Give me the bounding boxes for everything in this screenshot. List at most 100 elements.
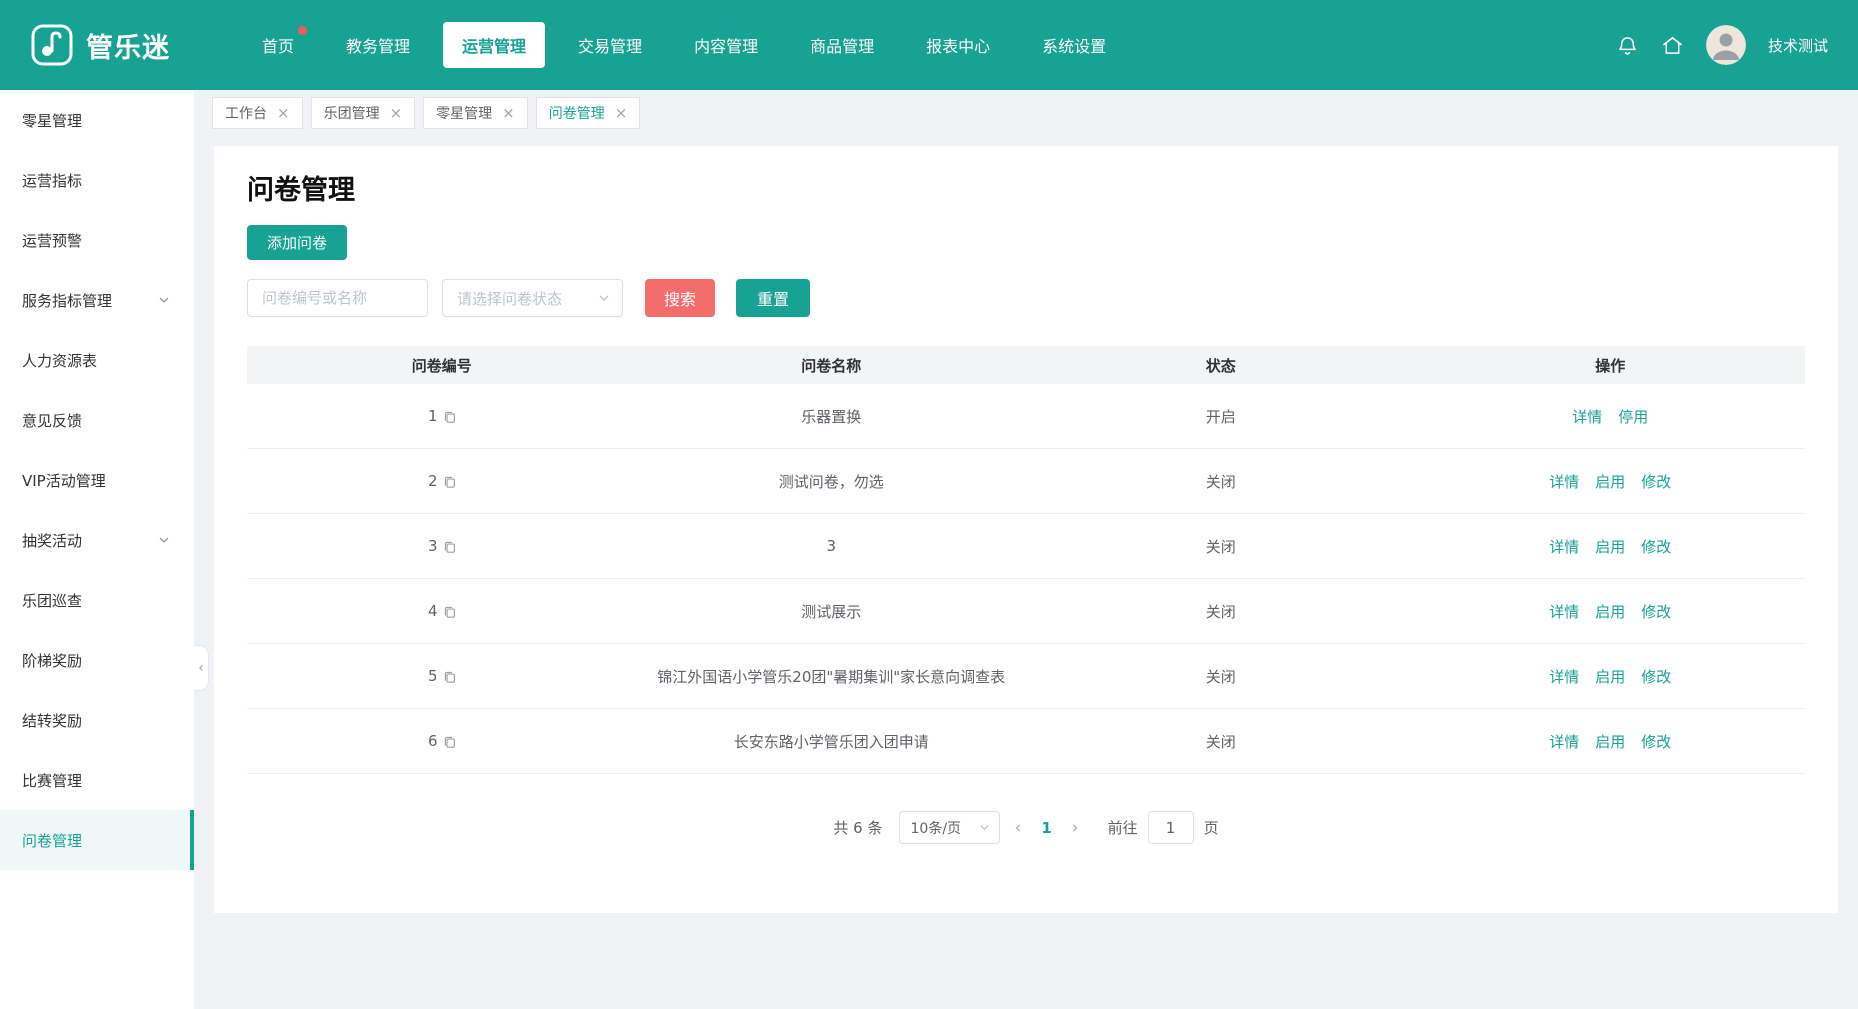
- sidebar-item[interactable]: 人力资源表: [0, 330, 194, 390]
- close-icon[interactable]: ×: [502, 106, 515, 121]
- sidebar-item[interactable]: 运营预警: [0, 210, 194, 270]
- action-link[interactable]: 详情: [1549, 603, 1579, 621]
- table-header-cell: 问卷编号: [247, 355, 637, 376]
- home-icon[interactable]: [1661, 34, 1684, 57]
- prev-page-button[interactable]: ‹: [1006, 818, 1031, 838]
- page-size-select[interactable]: 10条/页: [899, 811, 1000, 844]
- action-link[interactable]: 详情: [1549, 473, 1579, 491]
- chevron-down-icon: [979, 822, 990, 833]
- tab[interactable]: 零星管理×: [423, 97, 528, 129]
- nav-item[interactable]: 教务管理: [327, 22, 429, 68]
- action-link[interactable]: 修改: [1641, 733, 1671, 751]
- nav-item[interactable]: 系统设置: [1023, 22, 1125, 68]
- sidebar-item-label: 比赛管理: [22, 770, 82, 791]
- sidebar-item[interactable]: 服务指标管理: [0, 270, 194, 330]
- bell-icon[interactable]: [1616, 34, 1639, 57]
- sidebar-item[interactable]: 阶梯奖励: [0, 630, 194, 690]
- copy-icon[interactable]: [443, 540, 456, 553]
- username[interactable]: 技术测试: [1768, 35, 1828, 56]
- nav-item[interactable]: 内容管理: [675, 22, 777, 68]
- status-cell: 关闭: [1026, 536, 1416, 557]
- status-cell: 开启: [1026, 406, 1416, 427]
- tab-label: 工作台: [225, 103, 267, 123]
- sidebar-item[interactable]: 运营指标: [0, 150, 194, 210]
- questionnaire-search-input[interactable]: [247, 279, 428, 317]
- action-link[interactable]: 启用: [1595, 473, 1625, 491]
- tab-label: 乐团管理: [324, 103, 380, 123]
- nav-item-label: 教务管理: [346, 37, 410, 56]
- page-title: 问卷管理: [247, 174, 1805, 208]
- questionnaire-id: 4: [428, 602, 438, 620]
- search-button[interactable]: 搜索: [645, 279, 715, 317]
- status-cell: 关闭: [1026, 666, 1416, 687]
- nav-item-label: 运营管理: [462, 37, 526, 56]
- close-icon[interactable]: ×: [277, 106, 290, 121]
- action-link[interactable]: 停用: [1618, 408, 1648, 426]
- sidebar-item-label: 乐团巡查: [22, 590, 82, 611]
- nav-item[interactable]: 商品管理: [791, 22, 893, 68]
- action-link[interactable]: 修改: [1641, 668, 1671, 686]
- goto-page-input[interactable]: [1148, 811, 1194, 844]
- logo[interactable]: 管乐迷: [30, 23, 170, 67]
- action-link[interactable]: 修改: [1641, 603, 1671, 621]
- tab[interactable]: 问卷管理×: [536, 97, 641, 129]
- copy-icon[interactable]: [443, 605, 456, 618]
- nav-item-label: 商品管理: [810, 37, 874, 56]
- action-link[interactable]: 启用: [1595, 733, 1625, 751]
- nav-item[interactable]: 首页: [243, 22, 313, 68]
- close-icon[interactable]: ×: [390, 106, 403, 121]
- questionnaire-name-cell: 锦江外国语小学管乐20团"暑期集训"家长意向调查表: [637, 666, 1027, 687]
- nav-item[interactable]: 交易管理: [559, 22, 661, 68]
- sidebar: 零星管理运营指标运营预警服务指标管理人力资源表意见反馈VIP活动管理抽奖活动乐团…: [0, 90, 194, 1009]
- tab[interactable]: 工作台 ×: [212, 97, 303, 129]
- table-header-cell: 状态: [1026, 355, 1416, 376]
- add-questionnaire-button[interactable]: 添加问卷: [247, 225, 347, 260]
- nav-item[interactable]: 报表中心: [907, 22, 1009, 68]
- copy-icon[interactable]: [443, 670, 456, 683]
- action-link[interactable]: 启用: [1595, 538, 1625, 556]
- action-link[interactable]: 详情: [1549, 668, 1579, 686]
- next-page-button[interactable]: ›: [1063, 818, 1088, 838]
- goto-label: 前往: [1108, 817, 1138, 838]
- actions-cell: 详情启用修改: [1416, 536, 1806, 557]
- action-link[interactable]: 修改: [1641, 538, 1671, 556]
- sidebar-item-label: 结转奖励: [22, 710, 82, 731]
- sidebar-item[interactable]: 问卷管理: [0, 810, 194, 870]
- sidebar-item[interactable]: 结转奖励: [0, 690, 194, 750]
- avatar[interactable]: [1706, 25, 1746, 65]
- questionnaire-id-cell: 4: [247, 602, 637, 620]
- action-link[interactable]: 启用: [1595, 603, 1625, 621]
- status-select[interactable]: 请选择问卷状态: [442, 279, 623, 317]
- questionnaire-id-cell: 2: [247, 472, 637, 490]
- sidebar-item-label: 运营预警: [22, 230, 82, 251]
- table-header-row: 问卷编号问卷名称状态操作: [247, 346, 1805, 384]
- sidebar-item[interactable]: 抽奖活动: [0, 510, 194, 570]
- action-link[interactable]: 详情: [1549, 538, 1579, 556]
- sidebar-item[interactable]: 乐团巡查: [0, 570, 194, 630]
- copy-icon[interactable]: [443, 475, 456, 488]
- status-cell: 关闭: [1026, 731, 1416, 752]
- tab[interactable]: 乐团管理 ×: [311, 97, 416, 129]
- page-size-value: 10条/页: [911, 818, 962, 838]
- table-header-cell: 问卷名称: [637, 355, 1027, 376]
- close-icon[interactable]: ×: [615, 106, 628, 121]
- questionnaire-table: 问卷编号问卷名称状态操作 1乐器置换开启详情停用2测试问卷，勿选关闭详情启用修改…: [247, 346, 1805, 774]
- action-link[interactable]: 详情: [1572, 408, 1602, 426]
- sidebar-item[interactable]: 比赛管理: [0, 750, 194, 810]
- action-link[interactable]: 修改: [1641, 473, 1671, 491]
- sidebar-collapse-handle[interactable]: ‹: [194, 645, 209, 691]
- copy-icon[interactable]: [443, 735, 456, 748]
- nav-item[interactable]: 运营管理: [443, 22, 545, 68]
- sidebar-item[interactable]: VIP活动管理: [0, 450, 194, 510]
- action-link[interactable]: 启用: [1595, 668, 1625, 686]
- sidebar-item[interactable]: 意见反馈: [0, 390, 194, 450]
- copy-icon[interactable]: [443, 410, 456, 423]
- pagination: 共 6 条 10条/页 ‹ 1 › 前往 页: [247, 811, 1805, 844]
- page-number-current[interactable]: 1: [1036, 819, 1056, 837]
- app-root: 管乐迷 首页教务管理运营管理交易管理内容管理商品管理报表中心系统设置 技术测试 …: [0, 0, 1858, 1009]
- actions-cell: 详情启用修改: [1416, 601, 1806, 622]
- sidebar-item[interactable]: 零星管理: [0, 90, 194, 150]
- reset-button[interactable]: 重置: [736, 279, 810, 317]
- action-link[interactable]: 详情: [1549, 733, 1579, 751]
- questionnaire-name-cell: 测试展示: [637, 601, 1027, 622]
